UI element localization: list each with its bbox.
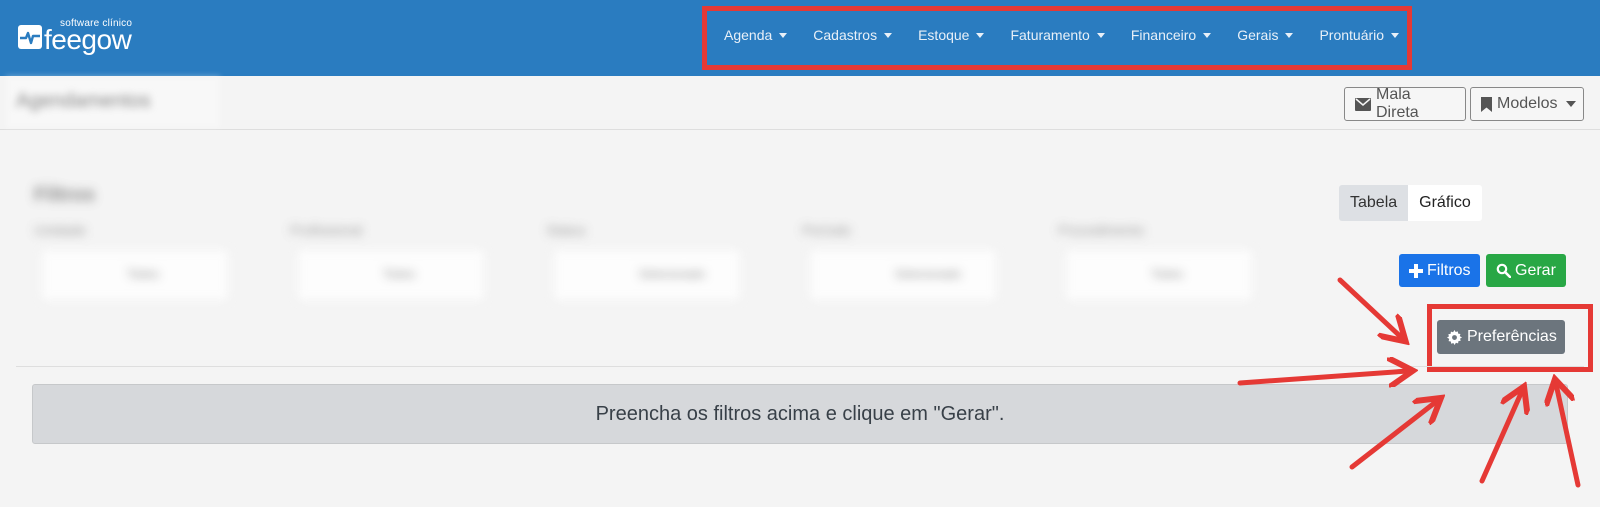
page-header: Agendamentos Mala Direta Modelos (0, 76, 1600, 130)
filters-title: Filtros (34, 184, 96, 206)
caret-down-icon (1391, 32, 1400, 38)
menu-item-estoque[interactable]: Estoque (918, 24, 985, 46)
filter-select[interactable]: Selecionado (808, 248, 998, 302)
feegow-logo[interactable]: software clínico feegow (16, 18, 138, 54)
menu-item-label: Estoque (918, 27, 970, 43)
menu-item-agenda[interactable]: Agenda (724, 24, 788, 46)
filter-unidade: Unidade Todos (30, 218, 230, 308)
menu-item-label: Financeiro (1130, 27, 1197, 43)
caret-down-icon (1566, 101, 1577, 107)
heartbeat-icon (18, 25, 42, 49)
filter-procedimento: Procedimento Todos (1054, 218, 1254, 308)
filter-label: Profissional (290, 222, 363, 238)
annotation-arrow (1337, 277, 1402, 338)
annotation-arrow (1237, 371, 1408, 383)
gerar-label: Gerar (1515, 261, 1556, 279)
modelos-label: Modelos (1497, 95, 1558, 112)
filter-label: Status (546, 222, 586, 238)
menu-item-gerais[interactable]: Gerais (1237, 24, 1294, 46)
menu-item-label: Prontuário (1319, 27, 1385, 43)
menu-item-cadastros[interactable]: Cadastros (813, 24, 893, 46)
filter-select[interactable]: Todos (296, 248, 486, 302)
caret-down-icon (779, 32, 788, 38)
caret-down-icon (976, 32, 985, 38)
filter-select[interactable]: Selecionado (552, 248, 742, 302)
preferencias-label: Preferências (1467, 328, 1557, 345)
filter-value: Todos (127, 267, 160, 281)
menu-item-faturamento[interactable]: Faturamento (1010, 24, 1105, 46)
bookmark-icon (1481, 96, 1492, 112)
mala-direta-label: Mala Direta (1376, 86, 1419, 121)
filter-profissional: Profissional Todos (286, 218, 486, 308)
filter-label: Procedimento (1058, 222, 1145, 238)
filter-label: Período (802, 222, 852, 238)
info-message: Preencha os filtros acima e clique em "G… (32, 384, 1568, 444)
menu-item-label: Faturamento (1010, 27, 1090, 43)
menu-item-prontuario[interactable]: Prontuário (1319, 24, 1400, 46)
caret-down-icon (1285, 32, 1294, 38)
tab-grafico[interactable]: Gráfico (1408, 185, 1482, 221)
mala-direta-button[interactable]: Mala Direta (1344, 86, 1466, 121)
page-title: Agendamentos (16, 90, 151, 112)
filter-value: Todos (1151, 267, 1184, 281)
filtros-label: Filtros (1427, 261, 1471, 279)
caret-down-icon (1203, 32, 1212, 38)
filter-select[interactable]: Todos (40, 248, 230, 302)
filter-status: Status Selecionado (542, 218, 742, 308)
plus-icon (1409, 263, 1423, 278)
menu-item-label: Gerais (1237, 27, 1279, 43)
logo-name: feegow (44, 24, 132, 55)
filter-value: Selecionado (639, 267, 706, 281)
view-toggle: Tabela Gráfico (1339, 185, 1482, 221)
filter-periodo: Período Selecionado (798, 218, 998, 308)
filter-value: Todos (383, 267, 416, 281)
modelos-dropdown-button[interactable]: Modelos (1470, 87, 1584, 121)
caret-down-icon (1096, 32, 1105, 38)
main-menu: Agenda Cadastros Estoque Faturamento Fin… (724, 24, 1425, 46)
menu-item-financeiro[interactable]: Financeiro (1130, 24, 1212, 46)
filtros-button[interactable]: Filtros (1399, 254, 1480, 287)
section-divider (16, 366, 1584, 367)
gear-icon (1447, 329, 1462, 345)
search-icon (1496, 263, 1511, 278)
filter-label: Unidade (34, 222, 87, 238)
preferencias-button[interactable]: Preferências (1437, 320, 1565, 354)
top-navbar: software clínico feegow Agenda Cadastros… (0, 0, 1600, 76)
envelope-icon (1355, 97, 1371, 111)
caret-down-icon (884, 32, 893, 38)
filters-panel: Filtros Unidade Todos Profissional Todos… (30, 180, 1280, 308)
menu-item-label: Cadastros (813, 27, 878, 43)
tab-tabela[interactable]: Tabela (1339, 185, 1409, 221)
filter-value: Selecionado (895, 267, 962, 281)
filter-select[interactable]: Todos (1064, 248, 1254, 302)
gerar-button[interactable]: Gerar (1486, 254, 1566, 287)
menu-item-label: Agenda (724, 27, 773, 43)
